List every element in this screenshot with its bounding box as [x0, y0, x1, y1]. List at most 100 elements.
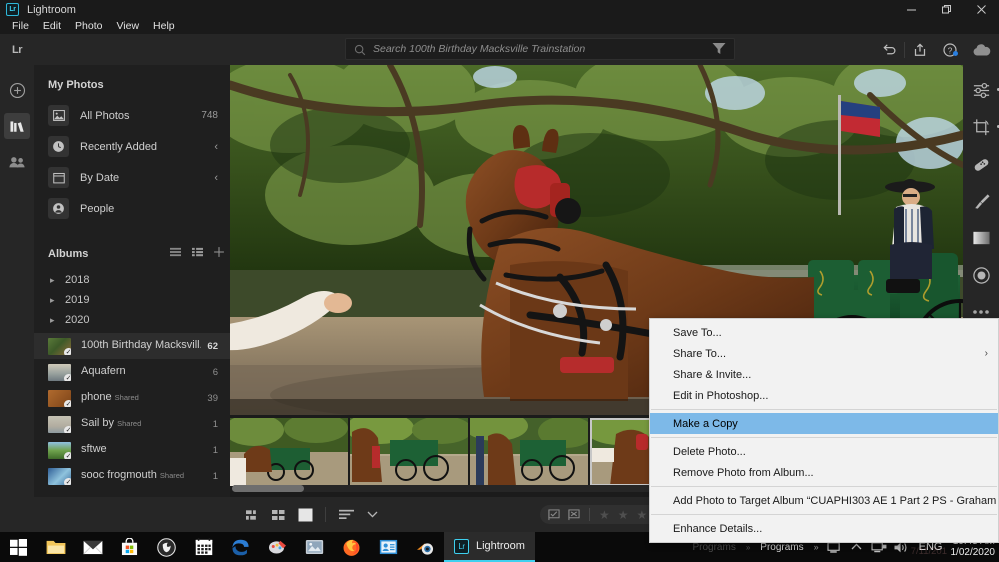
menu-photo[interactable]: Photo	[68, 19, 109, 34]
menu-item-label: Share & Invite...	[673, 368, 752, 381]
chevron-left-icon[interactable]: ‹	[214, 172, 218, 184]
rail-add-button[interactable]	[4, 77, 30, 103]
radial-gradient-icon[interactable]	[968, 262, 994, 288]
brush-icon[interactable]	[968, 188, 994, 214]
context-menu-item-make-a-copy[interactable]: Make a Copy	[650, 413, 998, 434]
context-menu-item-save-to[interactable]: Save To...	[650, 322, 998, 343]
album-group-2020[interactable]: ▸ 2020	[34, 310, 230, 330]
window-title: Lightroom	[27, 3, 76, 16]
album-item-sftwe[interactable]: ✓ sftwe 1	[34, 437, 230, 463]
sidebar-item-by-date[interactable]: By Date ‹	[34, 162, 230, 193]
healing-brush-icon[interactable]	[968, 151, 994, 177]
compact-grid-icon[interactable]	[240, 497, 266, 532]
star-rating-1[interactable]: ★	[599, 508, 610, 522]
menu-file[interactable]: File	[5, 19, 36, 34]
album-item-sooc-frogmouth[interactable]: ✓ sooc frogmouth Shared 1	[34, 463, 230, 489]
menu-separator	[651, 486, 997, 487]
tray-programs[interactable]: Programs	[760, 542, 803, 553]
menu-item-label: Share To...	[673, 347, 726, 360]
crop-rotate-icon[interactable]	[968, 114, 999, 140]
unreal-icon[interactable]	[148, 532, 185, 562]
context-menu-item-delete-photo[interactable]: Delete Photo...	[650, 441, 998, 462]
album-group-2019[interactable]: ▸ 2019	[34, 290, 230, 310]
calendar-icon[interactable]	[185, 532, 222, 562]
album-item-sail-by[interactable]: ✓ Sail by Shared 1	[34, 411, 230, 437]
blender-icon[interactable]	[407, 532, 444, 562]
taskbar-app-lightroom[interactable]: Lr Lightroom	[444, 532, 535, 562]
firefox-icon[interactable]	[333, 532, 370, 562]
filter-icon[interactable]	[712, 42, 726, 55]
sort-icon[interactable]	[333, 497, 359, 532]
shared-badge-icon: ✓	[64, 399, 71, 407]
sidebar-item-people[interactable]: People	[34, 193, 230, 224]
sidebar-item-recently-added[interactable]: Recently Added ‹	[34, 131, 230, 162]
chevron-right-icon: ▸	[50, 294, 55, 305]
square-view-icon[interactable]	[292, 497, 318, 532]
minimize-button[interactable]	[894, 0, 929, 19]
cloud-icon[interactable]	[965, 34, 999, 65]
context-menu-item-share-to[interactable]: Share To... ›	[650, 343, 998, 364]
share-icon[interactable]	[905, 34, 935, 65]
sliders-icon[interactable]	[968, 77, 999, 103]
album-item-aquafern[interactable]: ✓ Aquafern 6	[34, 359, 230, 385]
menu-edit[interactable]: Edit	[36, 19, 68, 34]
envelope-icon[interactable]	[74, 532, 111, 562]
maximize-button[interactable]	[929, 0, 964, 19]
shared-badge-icon: ✓	[64, 477, 71, 485]
album-group-label: 2020	[65, 314, 90, 326]
help-icon[interactable]: ?	[935, 34, 965, 65]
image-icon	[48, 105, 69, 126]
album-name: Sail by	[81, 418, 115, 430]
grid-view-icon[interactable]	[186, 247, 208, 260]
contacts-icon[interactable]	[370, 532, 407, 562]
context-menu: Save To... Share To... › Share & Invite.…	[649, 318, 999, 543]
context-menu-item-remove-photo-from-album[interactable]: Remove Photo from Album...	[650, 462, 998, 483]
album-group-2018[interactable]: ▸ 2018	[34, 270, 230, 290]
album-item-100th-birthday[interactable]: ✓ 100th Birthday Macksvill... 62	[34, 333, 230, 359]
list-view-icon[interactable]	[164, 247, 186, 260]
context-menu-item-share-and-invite[interactable]: Share & Invite...	[650, 364, 998, 385]
paint-icon[interactable]	[259, 532, 296, 562]
sidebar-label: By Date	[80, 171, 120, 184]
sidebar-label: Recently Added	[80, 140, 158, 153]
search-input[interactable]: Search 100th Birthday Macksville Trainst…	[345, 38, 735, 60]
sidebar-item-all-photos[interactable]: All Photos 748	[34, 100, 230, 131]
flag-pick-icon[interactable]	[544, 505, 564, 524]
filmstrip-thumbnail[interactable]	[470, 418, 588, 486]
scrollbar-thumb[interactable]	[232, 485, 304, 492]
photos-icon[interactable]	[296, 532, 333, 562]
album-item-phone[interactable]: ✓ phone Shared 39	[34, 385, 230, 411]
view-mode-group	[240, 497, 385, 532]
store-bag-icon[interactable]	[111, 532, 148, 562]
chevron-right-icon: ▸	[50, 314, 55, 325]
linear-gradient-icon[interactable]	[968, 225, 994, 251]
rail-people-button[interactable]	[4, 149, 30, 175]
edge-icon[interactable]	[222, 532, 259, 562]
folder-icon[interactable]	[37, 532, 74, 562]
sort-chevron-down-icon[interactable]	[359, 497, 385, 532]
menu-item-label: Make a Copy	[673, 417, 738, 430]
filmstrip-thumbnail[interactable]	[350, 418, 468, 486]
menu-view[interactable]: View	[109, 19, 146, 34]
menu-help[interactable]: Help	[146, 19, 182, 34]
context-menu-item-add-photo-to-target-album[interactable]: Add Photo to Target Album “CUAPHI303 AE …	[650, 490, 999, 511]
menu-item-label: Edit in Photoshop...	[673, 389, 769, 402]
windows-start-icon[interactable]	[0, 532, 37, 562]
chevron-left-icon[interactable]: ‹	[214, 141, 218, 153]
tray-programs-ghost: Programs	[692, 541, 736, 553]
filmstrip-thumbnail[interactable]	[230, 418, 348, 486]
star-rating-2[interactable]: ★	[618, 508, 629, 522]
context-menu-item-enhance-details[interactable]: Enhance Details...	[650, 518, 998, 539]
submenu-arrow-icon: ›	[984, 348, 988, 359]
grid-icon[interactable]	[266, 497, 292, 532]
add-album-icon[interactable]	[208, 246, 230, 261]
tray-overflow-chevron[interactable]: »	[814, 542, 819, 552]
left-icon-rail	[0, 65, 34, 497]
rail-library-button[interactable]	[4, 113, 30, 139]
filmstrip-scrollbar[interactable]	[232, 485, 963, 492]
close-button[interactable]	[964, 0, 999, 19]
context-menu-item-edit-in-photoshop[interactable]: Edit in Photoshop...	[650, 385, 998, 406]
undo-icon[interactable]	[874, 34, 904, 65]
flag-reject-icon[interactable]	[564, 505, 584, 524]
star-rating-3[interactable]: ★	[637, 508, 648, 522]
